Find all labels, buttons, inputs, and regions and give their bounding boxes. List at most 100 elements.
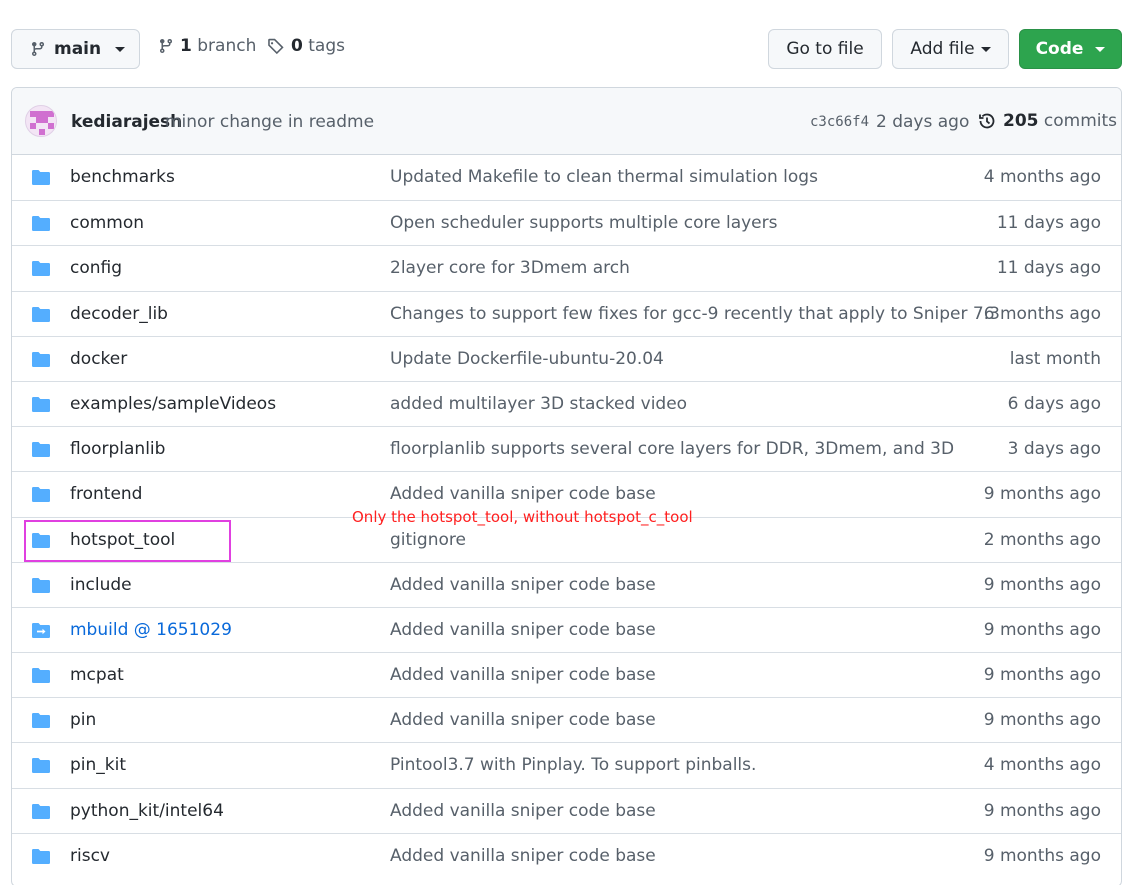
git-branch-icon	[159, 39, 172, 54]
file-commit-message[interactable]: Added vanilla sniper code base	[390, 620, 656, 640]
latest-commit-bar: kediarajesh minor change in readme c3c66…	[12, 88, 1121, 155]
file-commit-message[interactable]: added multilayer 3D stacked video	[390, 394, 687, 414]
file-name-link[interactable]: decoder_lib	[70, 304, 168, 324]
file-commit-message[interactable]: Added vanilla sniper code base	[390, 801, 656, 821]
go-to-file-label: Go to file	[786, 39, 864, 59]
file-name-link[interactable]: pin	[70, 710, 96, 730]
file-commit-message[interactable]: Updated Makefile to clean thermal simula…	[390, 167, 818, 187]
commit-message[interactable]: minor change in readme	[165, 112, 374, 132]
avatar[interactable]	[25, 105, 57, 137]
file-commit-time: 9 months ago	[983, 800, 1101, 821]
add-file-button[interactable]: Add file	[892, 29, 1009, 69]
file-commit-message[interactable]: 2layer core for 3Dmem arch	[390, 258, 630, 278]
branch-label: branch	[197, 36, 257, 56]
annotation-text: Only the hotspot_tool, without hotspot_c…	[352, 508, 693, 526]
history-icon	[979, 113, 995, 129]
folder-icon	[31, 803, 51, 820]
file-commit-message[interactable]: Open scheduler supports multiple core la…	[390, 213, 777, 233]
file-name-link[interactable]: config	[70, 258, 122, 278]
identicon-icon	[30, 111, 54, 135]
folder-icon	[31, 351, 51, 368]
file-commit-message[interactable]: Added vanilla sniper code base	[390, 710, 656, 730]
file-row[interactable]: floorplanlib floorplanlib supports severa…	[12, 426, 1121, 471]
file-name-link[interactable]: examples/sampleVideos	[70, 394, 276, 414]
file-row[interactable]: mbuild @ 1651029 Added vanilla sniper cod…	[12, 606, 1121, 652]
file-commit-time: 6 months ago	[983, 303, 1101, 324]
file-commit-time: 9 months ago	[983, 710, 1101, 731]
branch-name: main	[54, 39, 102, 59]
file-commit-message[interactable]: Changes to support few fixes for gcc-9 r…	[390, 304, 1000, 324]
branch-count: 1	[180, 36, 192, 56]
folder-icon	[31, 306, 51, 323]
code-button[interactable]: Code	[1019, 29, 1122, 69]
folder-icon	[31, 667, 51, 684]
repo-toolbar: main 1 branch 0 tags Go to file Add file…	[0, 0, 1126, 90]
file-commit-time: 4 months ago	[983, 755, 1101, 776]
file-commit-time: 9 months ago	[983, 665, 1101, 686]
file-name-link[interactable]: pin_kit	[70, 755, 126, 775]
file-name-link[interactable]: mbuild @ 1651029	[70, 620, 232, 640]
file-name-link[interactable]: frontend	[70, 484, 142, 504]
file-commit-time: last month	[1009, 348, 1101, 369]
folder-icon	[31, 848, 51, 865]
go-to-file-button[interactable]: Go to file	[768, 29, 882, 69]
file-name-link[interactable]: common	[70, 213, 144, 233]
file-row[interactable]: docker Update Dockerfile-ubuntu-20.04 last…	[12, 335, 1121, 381]
file-row[interactable]: examples/sampleVideos added multilayer 3D…	[12, 380, 1121, 426]
file-name-link[interactable]: include	[70, 575, 132, 595]
file-name-link[interactable]: docker	[70, 349, 127, 369]
file-row[interactable]: common Open scheduler supports multiple c…	[12, 200, 1121, 245]
tag-count: 0	[291, 36, 303, 56]
highlight-box	[24, 520, 231, 562]
file-name-link[interactable]: python_kit/intel64	[70, 801, 224, 821]
chevron-down-icon	[115, 46, 126, 52]
file-commit-message[interactable]: Pintool3.7 with Pinplay. To support pinb…	[390, 755, 756, 775]
file-commit-time: 9 months ago	[983, 845, 1101, 866]
file-commit-time: 9 months ago	[983, 619, 1101, 640]
branches-link[interactable]: 1 branch	[158, 36, 256, 56]
file-row[interactable]: pin_kit Pintool3.7 with Pinplay. To suppo…	[12, 742, 1121, 787]
file-row[interactable]: benchmarks Updated Makefile to clean ther…	[12, 155, 1121, 200]
commit-sha[interactable]: c3c66f4	[810, 114, 869, 130]
folder-icon	[31, 712, 51, 729]
file-commit-time: 9 months ago	[983, 574, 1101, 595]
commit-time: 2 days ago	[876, 112, 970, 132]
file-row[interactable]: decoder_lib Changes to support few fixes …	[12, 290, 1121, 336]
file-commit-message[interactable]: Added vanilla sniper code base	[390, 575, 656, 595]
folder-icon	[31, 215, 51, 232]
file-row[interactable]: include Added vanilla sniper code base 9 m…	[12, 561, 1121, 607]
file-commit-time: 11 days ago	[996, 213, 1101, 234]
branch-select-button[interactable]: main	[11, 29, 140, 69]
folder-icon	[31, 260, 51, 277]
file-name-link[interactable]: floorplanlib	[70, 439, 165, 459]
file-list-box: kediarajesh minor change in readme c3c66…	[11, 87, 1122, 885]
tag-icon	[268, 38, 284, 55]
file-name-link[interactable]: riscv	[70, 846, 110, 866]
file-commit-time: 2 months ago	[983, 529, 1101, 550]
file-commit-message[interactable]: floorplanlib supports several core layer…	[390, 439, 954, 459]
tag-label: tags	[308, 36, 345, 56]
add-file-label: Add file	[910, 39, 975, 59]
file-row[interactable]: python_kit/intel64 Added vanilla sniper c…	[12, 787, 1121, 833]
file-commit-message[interactable]: Added vanilla sniper code base	[390, 846, 656, 866]
file-commit-message[interactable]: gitignore	[390, 530, 466, 550]
folder-icon	[31, 396, 51, 413]
file-commit-time: 9 months ago	[983, 484, 1101, 505]
commit-count: 205	[1003, 111, 1039, 131]
file-name-link[interactable]: mcpat	[70, 665, 124, 685]
folder-icon	[31, 441, 51, 458]
file-commit-message[interactable]: Added vanilla sniper code base	[390, 665, 656, 685]
folder-icon	[31, 486, 51, 503]
file-commit-message[interactable]: Update Dockerfile-ubuntu-20.04	[390, 349, 664, 369]
commits-link[interactable]: 205 commits	[977, 111, 1117, 131]
file-name-link[interactable]: benchmarks	[70, 167, 175, 187]
chevron-down-icon	[980, 46, 991, 52]
file-commit-message[interactable]: Added vanilla sniper code base	[390, 484, 656, 504]
file-row[interactable]: mcpat Added vanilla sniper code base 9 mon…	[12, 652, 1121, 697]
file-commit-time: 11 days ago	[996, 258, 1101, 279]
file-commit-time: 3 days ago	[1007, 439, 1101, 460]
file-row[interactable]: pin Added vanilla sniper code base 9 month…	[12, 697, 1121, 742]
file-row[interactable]: riscv Added vanilla sniper code base 9 mon…	[12, 832, 1121, 878]
file-row[interactable]: config 2layer core for 3Dmem arch 11 days …	[12, 245, 1121, 290]
tags-link[interactable]: 0 tags	[267, 36, 345, 56]
